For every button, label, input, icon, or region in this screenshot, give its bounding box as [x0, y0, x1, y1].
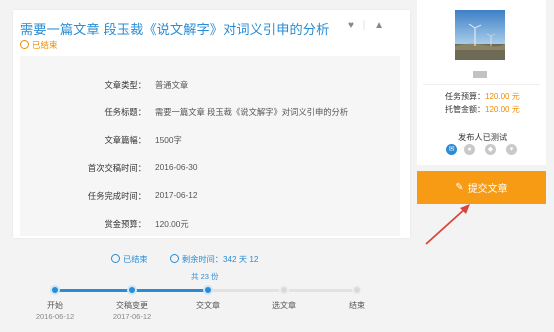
bounty-row: 托管金额：120.00 元	[445, 104, 520, 115]
step-dot	[203, 285, 213, 295]
detail-value: 1500字	[155, 135, 182, 145]
status-badge: 已结束	[20, 39, 58, 51]
step-dot	[279, 285, 289, 295]
step-label: 交稿变更	[116, 301, 148, 310]
detail-key: 首次交稿时间：	[87, 163, 146, 173]
detail-key: 文章类型：	[104, 80, 147, 90]
divider	[423, 84, 540, 85]
budget-label: 任务预算：	[445, 92, 485, 101]
step-dot	[352, 285, 362, 295]
step-dot	[127, 285, 137, 295]
publisher-title: 发布人已测试	[458, 133, 508, 142]
qq-icon[interactable]: ◆	[485, 144, 496, 155]
bounty-value: 120.00 元	[485, 105, 520, 114]
timer-icon	[170, 254, 179, 263]
divider: |	[362, 20, 366, 31]
detail-key: 任务完成时间：	[87, 191, 146, 201]
budget-row: 任务预算：120.00 元	[445, 91, 520, 102]
step-label: 开始	[47, 301, 63, 310]
submit-article-button[interactable]: ✎ 提交文章	[417, 171, 546, 204]
publisher-card: 任务预算：120.00 元 托管金额：120.00 元 发布人已测试 ✉ ● ◆…	[417, 0, 546, 165]
task-card: 需要一篇文章 段玉裁《说文解字》对词义引申的分析 ♥ | ▲ 已结束 文章类型：…	[13, 10, 410, 238]
ended-indicator: 已结束	[111, 253, 148, 265]
clock-icon	[111, 254, 120, 263]
detail-row-complete: 任务完成时间： 2017-06-12	[20, 190, 400, 204]
heart-icon[interactable]: ♥	[348, 20, 354, 31]
remaining-label: 剩余时间：342 天 12	[182, 255, 259, 264]
remaining-indicator: 剩余时间：342 天 12	[170, 253, 258, 265]
step-label: 交文章	[196, 301, 220, 310]
bell-icon[interactable]: ▲	[374, 20, 384, 31]
detail-value: 120.00元	[155, 219, 189, 229]
detail-key: 赏金预算：	[104, 219, 147, 229]
task-title[interactable]: 需要一篇文章 段玉裁《说文解字》对词义引申的分析	[20, 19, 329, 38]
task-details-panel: 文章类型： 普通文章 任务标题： 需要一篇文章 段玉裁《说文解字》对词义引申的分…	[20, 56, 400, 236]
step-label: 选文章	[272, 301, 296, 310]
step-date: 2017-06-12	[112, 312, 152, 321]
detail-row-budget: 赏金预算： 120.00元	[20, 218, 400, 232]
detail-row-type: 文章类型： 普通文章	[20, 79, 400, 93]
submit-button-label: 提交文章	[467, 184, 508, 195]
detail-row-first-submit: 首次交稿时间： 2016-06-30	[20, 162, 400, 176]
publisher-name-redacted	[473, 71, 487, 78]
edit-icon: ✎	[455, 182, 464, 193]
title-actions: ♥ | ▲	[342, 20, 384, 31]
detail-value: 需要一篇文章 段玉裁《说文解字》对词义引申的分析	[155, 107, 349, 117]
more-icon[interactable]: ▾	[506, 144, 517, 155]
submission-count: 共 23 份	[191, 272, 219, 281]
email-icon[interactable]: ✉	[446, 144, 457, 155]
detail-row-length: 文章篇幅： 1500字	[20, 134, 400, 148]
bounty-label: 托管金额：	[445, 105, 485, 114]
detail-value: 2016-06-30	[155, 162, 198, 172]
step-date: 2016-06-12	[35, 312, 75, 321]
budget-value: 120.00 元	[485, 92, 520, 101]
avatar[interactable]	[455, 10, 505, 60]
detail-row-title: 任务标题： 需要一篇文章 段玉裁《说文解字》对词义引申的分析	[20, 106, 400, 120]
step-label: 结束	[349, 301, 365, 310]
status-text: 已结束	[32, 40, 58, 50]
ended-label: 已结束	[123, 255, 148, 264]
wechat-icon[interactable]: ●	[464, 144, 475, 155]
detail-value: 普通文章	[155, 80, 189, 90]
step-dot	[50, 285, 60, 295]
detail-value: 2017-06-12	[155, 190, 198, 200]
status-icon	[20, 40, 29, 49]
detail-key: 任务标题：	[104, 107, 147, 117]
detail-key: 文章篇幅：	[104, 135, 147, 145]
